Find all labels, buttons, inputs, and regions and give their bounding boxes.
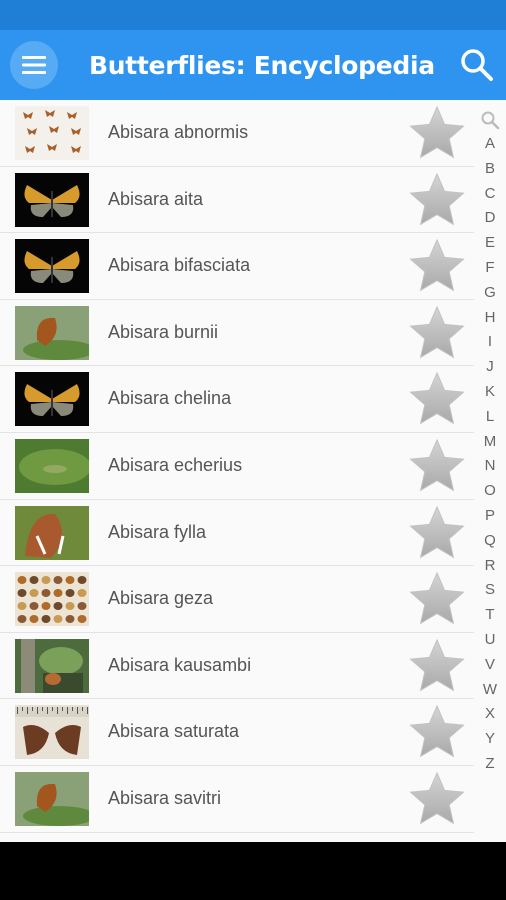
index-letter[interactable]: J <box>476 355 504 380</box>
index-letter[interactable]: T <box>476 603 504 628</box>
butterfly-photo <box>15 438 89 493</box>
star-icon[interactable] <box>408 437 466 495</box>
index-letter[interactable]: M <box>476 430 504 455</box>
index-letter[interactable]: S <box>476 578 504 603</box>
index-letter[interactable]: H <box>476 306 504 331</box>
index-letter[interactable]: K <box>476 380 504 405</box>
species-list-item[interactable]: Abisara fylla <box>0 499 474 567</box>
index-letter[interactable]: D <box>476 206 504 231</box>
menu-button[interactable] <box>10 41 58 89</box>
species-list-item[interactable]: Abisara savitri <box>0 765 474 833</box>
index-letter[interactable]: F <box>476 256 504 281</box>
index-letter[interactable]: P <box>476 504 504 529</box>
species-name: Abisara abnormis <box>108 122 249 142</box>
species-thumbnail <box>15 106 89 160</box>
star-icon[interactable] <box>408 570 466 628</box>
species-list-item[interactable]: Abisara aita <box>0 166 474 234</box>
species-name: Abisara savitri <box>108 787 222 808</box>
index-letter[interactable]: N <box>476 454 504 479</box>
species-thumbnail <box>15 638 89 693</box>
species-name: Abisara bifasciata <box>108 255 251 276</box>
app-title: Butterflies: Encyclopedia <box>89 51 435 80</box>
butterfly-photo <box>15 305 89 360</box>
butterfly-photo <box>15 172 89 227</box>
butterfly-photo <box>15 106 89 160</box>
navigation-bar <box>0 842 506 900</box>
status-bar <box>0 0 506 30</box>
species-thumbnail <box>15 771 89 826</box>
species-list-item[interactable]: Abisara saturata <box>0 699 474 766</box>
species-list-item[interactable]: Abisara kausambi <box>0 632 474 700</box>
species-name: Abisara aita <box>108 188 204 209</box>
species-thumbnail <box>15 172 89 227</box>
species-thumbnail <box>15 705 89 760</box>
species-list-item[interactable]: Abisara abnormis <box>0 100 474 167</box>
star-icon[interactable] <box>408 237 466 295</box>
index-letter[interactable]: X <box>476 702 504 727</box>
species-thumbnail <box>15 372 89 427</box>
search-button[interactable] <box>458 46 496 84</box>
species-thumbnail <box>15 572 89 627</box>
star-icon[interactable] <box>408 703 466 761</box>
index-letter[interactable]: E <box>476 231 504 256</box>
species-list-item[interactable]: Abisara geza <box>0 566 474 633</box>
species-name: Abisara kausambi <box>108 654 252 675</box>
star-icon[interactable] <box>408 504 466 562</box>
species-name: Abisara fylla <box>108 521 207 542</box>
star-icon[interactable] <box>408 637 466 695</box>
species-thumbnail <box>15 438 89 493</box>
species-list-item[interactable]: Abisara bifasciata <box>0 233 474 300</box>
species-name: Abisara geza <box>108 588 214 609</box>
index-letter[interactable]: G <box>476 281 504 306</box>
index-letter[interactable]: C <box>476 182 504 207</box>
index-letter[interactable]: V <box>476 653 504 678</box>
species-list: Abisara abnormis Abisara aita Abisara bifa… <box>0 100 474 833</box>
index-letter[interactable]: Z <box>476 752 504 777</box>
index-letter[interactable]: W <box>476 678 504 703</box>
species-thumbnail <box>15 505 89 560</box>
star-icon[interactable] <box>408 770 466 828</box>
butterfly-photo <box>15 705 89 760</box>
index-letter[interactable]: A <box>476 132 504 157</box>
star-icon[interactable] <box>408 370 466 428</box>
species-name: Abisara burnii <box>108 321 219 342</box>
star-icon[interactable] <box>408 104 466 162</box>
species-list-item[interactable]: Abisara chelina <box>0 366 474 433</box>
butterfly-photo <box>15 771 89 826</box>
search-icon[interactable] <box>480 110 500 130</box>
index-letter[interactable]: U <box>476 628 504 653</box>
star-icon[interactable] <box>408 304 466 362</box>
star-icon[interactable] <box>408 171 466 229</box>
butterfly-photo <box>15 638 89 693</box>
index-letter[interactable]: L <box>476 405 504 430</box>
species-thumbnail <box>15 305 89 360</box>
species-name: Abisara saturata <box>108 721 240 742</box>
index-letter[interactable]: R <box>476 554 504 579</box>
index-letter[interactable]: Y <box>476 727 504 752</box>
species-list-area[interactable]: Abisara abnormis Abisara aita Abisara bifa… <box>0 100 506 842</box>
index-letter[interactable]: I <box>476 330 504 355</box>
index-letter[interactable]: O <box>476 479 504 504</box>
index-letter[interactable]: B <box>476 157 504 182</box>
search-icon <box>461 49 493 81</box>
species-list-item[interactable]: Abisara burnii <box>0 299 474 367</box>
species-name: Abisara echerius <box>108 454 243 475</box>
index-letter[interactable]: Q <box>476 529 504 554</box>
species-thumbnail <box>15 239 89 294</box>
butterfly-photo <box>15 505 89 560</box>
butterfly-photo <box>15 239 89 294</box>
hamburger-menu-icon <box>22 56 46 74</box>
species-list-item[interactable]: Abisara echerius <box>0 432 474 500</box>
butterfly-photo <box>15 572 89 627</box>
species-name: Abisara chelina <box>108 388 232 409</box>
butterfly-photo <box>15 372 89 427</box>
alphabet-index[interactable]: ABCDEFGHIJKLMNOPQRSTUVWXYZ <box>476 106 504 777</box>
app-bar: Butterflies: Encyclopedia <box>0 30 506 100</box>
